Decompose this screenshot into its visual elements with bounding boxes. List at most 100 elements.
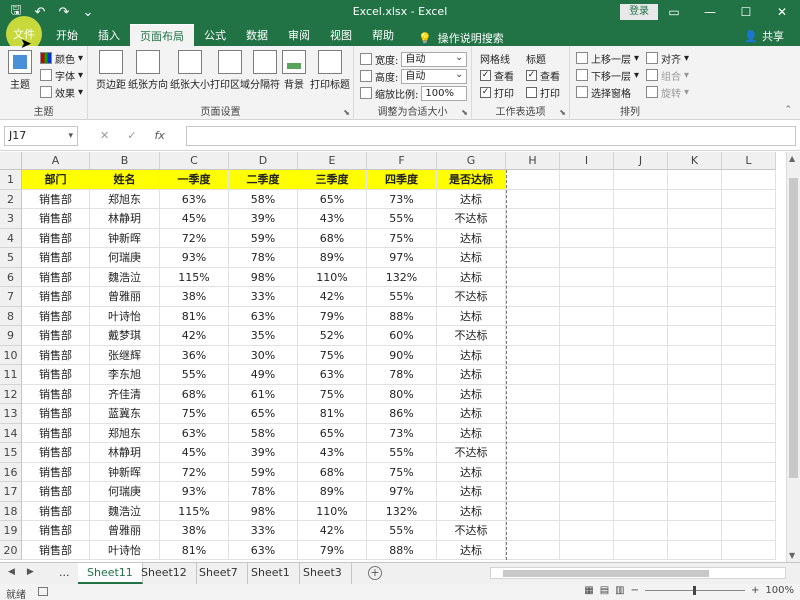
table-cell[interactable] <box>668 423 722 443</box>
table-cell[interactable] <box>614 209 668 229</box>
table-cell[interactable] <box>668 384 722 404</box>
table-cell[interactable]: 68% <box>298 462 367 482</box>
column-header[interactable]: D <box>229 152 298 170</box>
table-cell[interactable]: 89% <box>298 248 367 268</box>
rotate-button[interactable]: 旋转 ▾ <box>646 84 689 100</box>
table-cell[interactable] <box>560 228 614 248</box>
margins-button[interactable]: 页边距 <box>96 50 126 91</box>
header-cell[interactable]: 部门 <box>22 170 90 190</box>
table-cell[interactable] <box>614 267 668 287</box>
table-cell[interactable] <box>560 462 614 482</box>
table-cell[interactable] <box>614 501 668 521</box>
table-cell[interactable] <box>722 521 776 541</box>
table-cell[interactable] <box>506 287 560 307</box>
table-cell[interactable] <box>560 267 614 287</box>
table-cell[interactable] <box>722 248 776 268</box>
redo-icon[interactable]: ↷ <box>54 2 74 22</box>
table-cell[interactable] <box>560 404 614 424</box>
table-cell[interactable]: 73% <box>367 189 437 209</box>
table-cell[interactable] <box>506 365 560 385</box>
table-cell[interactable]: 55% <box>160 365 229 385</box>
row-header[interactable]: 6 <box>0 267 22 287</box>
table-cell[interactable]: 销售部 <box>22 189 90 209</box>
table-cell[interactable] <box>614 228 668 248</box>
table-cell[interactable]: 63% <box>160 423 229 443</box>
scroll-up-icon[interactable]: ▲ <box>789 154 795 163</box>
collapse-ribbon-icon[interactable]: ⌃ <box>784 105 792 115</box>
table-cell[interactable]: 98% <box>229 267 298 287</box>
zoom-in-icon[interactable]: + <box>751 585 759 596</box>
table-cell[interactable]: 43% <box>298 209 367 229</box>
group-button[interactable]: 组合 ▾ <box>646 67 689 83</box>
tell-me-search[interactable]: 💡 操作说明搜索 <box>404 30 504 46</box>
header-cell[interactable] <box>614 170 668 190</box>
table-cell[interactable]: 45% <box>160 443 229 463</box>
bring-forward-button[interactable]: 上移一层 ▾ <box>576 50 639 66</box>
table-cell[interactable] <box>506 443 560 463</box>
name-box[interactable]: J17 <box>4 126 78 146</box>
table-cell[interactable]: 郑旭东 <box>90 423 160 443</box>
table-cell[interactable] <box>560 365 614 385</box>
table-cell[interactable]: 不达标 <box>437 287 506 307</box>
table-cell[interactable]: 销售部 <box>22 228 90 248</box>
table-cell[interactable]: 销售部 <box>22 365 90 385</box>
table-cell[interactable]: 曾雅丽 <box>90 521 160 541</box>
table-cell[interactable]: 35% <box>229 326 298 346</box>
table-cell[interactable] <box>668 267 722 287</box>
table-cell[interactable] <box>722 228 776 248</box>
table-cell[interactable] <box>722 287 776 307</box>
column-header[interactable]: F <box>367 152 437 170</box>
table-cell[interactable]: 75% <box>298 384 367 404</box>
table-cell[interactable]: 魏浩泣 <box>90 501 160 521</box>
zoom-slider-knob[interactable] <box>693 586 697 595</box>
print-titles-button[interactable]: 打印标题 <box>310 50 350 91</box>
table-cell[interactable]: 58% <box>229 189 298 209</box>
table-cell[interactable]: 42% <box>298 287 367 307</box>
width-select[interactable]: 自动 <box>401 51 468 67</box>
row-header[interactable]: 9 <box>0 326 22 346</box>
background-button[interactable]: 背景 <box>282 50 306 91</box>
table-cell[interactable]: 达标 <box>437 189 506 209</box>
zoom-slider[interactable] <box>645 586 746 595</box>
maximize-icon[interactable]: ☐ <box>728 0 764 24</box>
table-cell[interactable]: 销售部 <box>22 287 90 307</box>
row-header[interactable]: 17 <box>0 482 22 502</box>
table-cell[interactable] <box>722 423 776 443</box>
table-cell[interactable] <box>506 345 560 365</box>
table-cell[interactable]: 73% <box>367 423 437 443</box>
row-header[interactable]: 4 <box>0 228 22 248</box>
table-cell[interactable] <box>668 365 722 385</box>
row-header[interactable]: 10 <box>0 345 22 365</box>
table-cell[interactable] <box>506 501 560 521</box>
table-cell[interactable]: 86% <box>367 404 437 424</box>
table-cell[interactable] <box>668 306 722 326</box>
table-cell[interactable]: 61% <box>229 384 298 404</box>
print-area-button[interactable]: 打印区域 <box>210 50 250 91</box>
row-header[interactable]: 7 <box>0 287 22 307</box>
tab-5[interactable]: 数据 <box>236 24 278 46</box>
orientation-button[interactable]: 纸张方向 <box>128 50 168 91</box>
page-setup-launcher-icon[interactable]: ⬊ <box>343 108 350 117</box>
table-cell[interactable] <box>560 326 614 346</box>
zoom-out-icon[interactable]: − <box>631 585 639 596</box>
themes-button[interactable]: 主题 <box>8 50 32 91</box>
table-cell[interactable]: 林静玥 <box>90 443 160 463</box>
table-cell[interactable]: 65% <box>229 404 298 424</box>
table-cell[interactable]: 销售部 <box>22 404 90 424</box>
minimize-icon[interactable]: — <box>692 0 728 24</box>
table-cell[interactable]: 销售部 <box>22 540 90 560</box>
table-cell[interactable]: 79% <box>298 306 367 326</box>
scale-launcher-icon[interactable]: ⬊ <box>461 108 468 117</box>
header-cell[interactable]: 一季度 <box>160 170 229 190</box>
header-cell[interactable] <box>668 170 722 190</box>
table-cell[interactable]: 45% <box>160 209 229 229</box>
column-header[interactable]: C <box>160 152 229 170</box>
column-header[interactable]: B <box>90 152 160 170</box>
row-header[interactable]: 11 <box>0 365 22 385</box>
table-cell[interactable]: 戴梦琪 <box>90 326 160 346</box>
table-cell[interactable] <box>614 189 668 209</box>
table-cell[interactable]: 达标 <box>437 267 506 287</box>
table-cell[interactable] <box>668 345 722 365</box>
table-cell[interactable]: 张继辉 <box>90 345 160 365</box>
ribbon-display-options-icon[interactable]: ▭ <box>656 0 692 24</box>
